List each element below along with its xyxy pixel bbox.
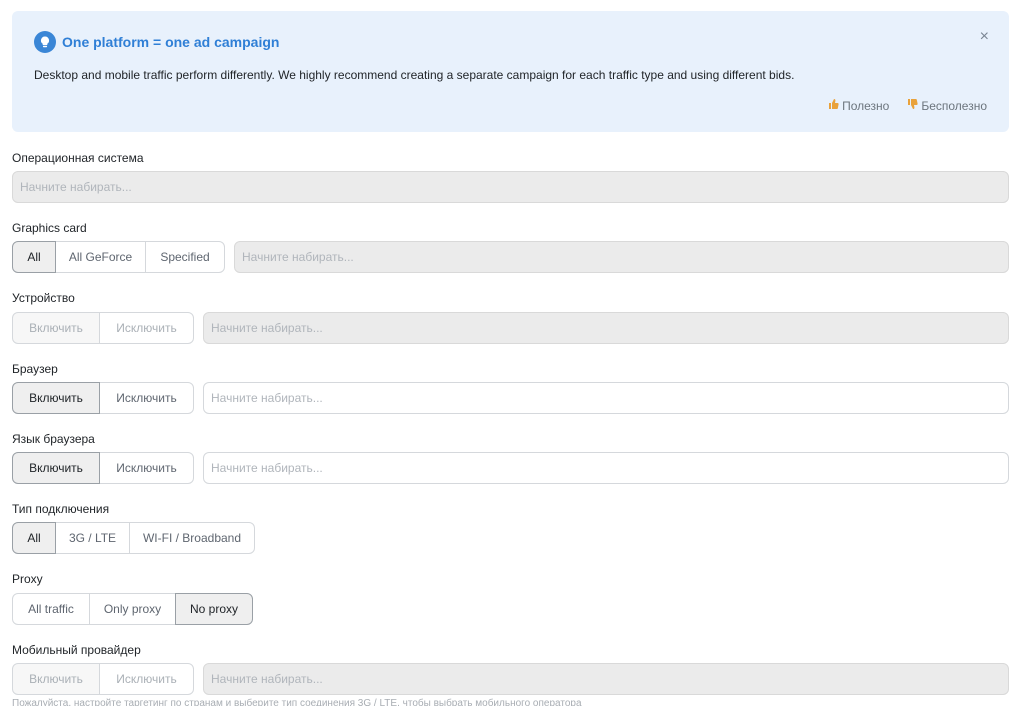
browser-language-selector: Включить Исключить [12,452,194,484]
browser-language-input[interactable] [203,452,1009,484]
browser-include-button[interactable]: Включить [12,382,100,414]
lightbulb-icon [34,31,56,53]
os-label: Операционная система [12,151,144,165]
connection-type-selector: All 3G / LTE WI-FI / Broadband [12,522,255,554]
connection-option-wifi-broadband[interactable]: WI-FI / Broadband [129,522,255,554]
info-notice: One platform = one ad campaign × Desktop… [12,11,1009,132]
useful-label: Полезно [842,98,890,113]
proxy-option-no-proxy[interactable]: No proxy [175,593,253,625]
device-input[interactable] [203,312,1009,344]
device-include-button[interactable]: Включить [12,312,100,344]
useful-button[interactable]: Полезно [828,98,889,113]
thumbs-up-icon [828,98,839,113]
graphics-card-input[interactable] [234,241,1009,273]
mobile-provider-input[interactable] [203,663,1009,695]
close-icon[interactable]: × [980,28,989,46]
connection-type-label: Тип подключения [12,502,110,516]
graphics-card-label: Graphics card [12,221,87,235]
feedback-links: Полезно Бесполезно [828,98,987,113]
thumbs-down-icon [907,98,918,113]
useless-button[interactable]: Бесполезно [907,98,987,113]
useless-label: Бесполезно [921,98,987,113]
proxy-selector: All traffic Only proxy No proxy [12,593,253,625]
connection-option-all[interactable]: All [12,522,56,554]
mobile-provider-exclude-button[interactable]: Исключить [99,663,194,695]
browser-language-include-button[interactable]: Включить [12,452,100,484]
graphics-option-all-geforce[interactable]: All GeForce [55,241,146,273]
notice-title: One platform = one ad campaign [62,34,280,50]
proxy-option-all-traffic[interactable]: All traffic [12,593,90,625]
device-exclude-button[interactable]: Исключить [99,312,194,344]
graphics-option-all[interactable]: All [12,241,56,273]
proxy-option-only-proxy[interactable]: Only proxy [89,593,176,625]
device-selector: Включить Исключить [12,312,194,344]
browser-label: Браузер [12,362,58,376]
graphics-option-specified[interactable]: Specified [145,241,225,273]
browser-exclude-button[interactable]: Исключить [99,382,194,414]
os-input[interactable] [12,171,1009,203]
browser-input[interactable] [203,382,1009,414]
device-label: Устройство [12,291,75,305]
mobile-provider-selector: Включить Исключить [12,663,194,695]
browser-language-label: Язык браузера [12,432,95,446]
browser-language-exclude-button[interactable]: Исключить [99,452,194,484]
notice-text: Desktop and mobile traffic perform diffe… [34,68,795,82]
graphics-card-selector: All All GeForce Specified [12,241,225,273]
connection-option-3g-lte[interactable]: 3G / LTE [55,522,130,554]
mobile-provider-label: Мобильный провайдер [12,643,141,657]
proxy-label: Proxy [12,572,43,586]
mobile-provider-include-button[interactable]: Включить [12,663,100,695]
mobile-provider-hint: Пожалуйста, настройте таргетинг по стран… [12,698,582,706]
browser-selector: Включить Исключить [12,382,194,414]
